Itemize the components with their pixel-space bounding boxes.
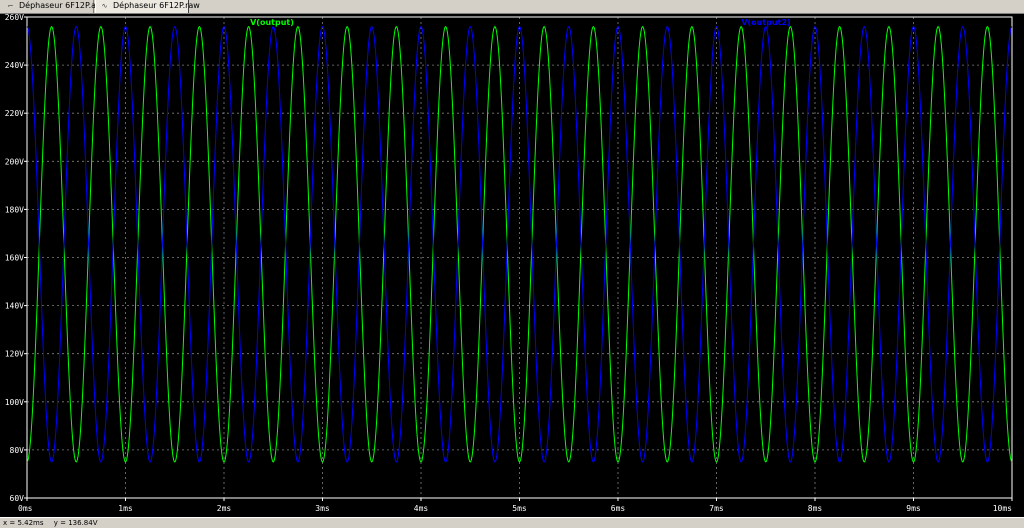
document-tab-bar: ⌐ Déphaseur 6F12P.asc ∿ Déphaseur 6F12P.… (0, 0, 1024, 14)
trace-label-output2[interactable]: V(output2) (741, 18, 790, 27)
x-tick-label: 1ms (118, 504, 133, 513)
y-tick-label: 240V (5, 61, 24, 70)
x-tick-label: 6ms (611, 504, 626, 513)
y-tick-label: 160V (5, 254, 24, 263)
x-tick-label: 3ms (315, 504, 330, 513)
x-tick-label: 9ms (906, 504, 921, 513)
y-tick-label: 220V (5, 109, 24, 118)
tab-label: Déphaseur 6F12P.raw (113, 1, 200, 10)
tab-label: Déphaseur 6F12P.asc (19, 1, 105, 10)
status-bar: x = 5.42ms y = 136.84V (0, 517, 1024, 528)
x-tick-label: 5ms (512, 504, 527, 513)
trace-label-output[interactable]: V(output) (250, 18, 294, 27)
y-tick-label: 120V (5, 350, 24, 359)
waveform-icon: ∿ (101, 2, 108, 10)
x-tick-label: 2ms (217, 504, 232, 513)
schematic-icon: ⌐ (7, 2, 14, 10)
cursor-x-readout: x = 5.42ms (3, 519, 44, 527)
y-tick-label: 140V (5, 302, 24, 311)
y-tick-label: 60V (10, 494, 25, 503)
x-tick-label: 10ms (993, 504, 1012, 513)
x-tick-label: 8ms (808, 504, 823, 513)
y-tick-label: 80V (10, 446, 25, 455)
tab-waveform-raw[interactable]: ∿ Déphaseur 6F12P.raw (95, 0, 200, 13)
y-tick-label: 260V (5, 14, 24, 22)
y-tick-label: 180V (5, 205, 24, 214)
y-tick-label: 200V (5, 157, 24, 166)
x-tick-label: 4ms (414, 504, 429, 513)
x-tick-label: 7ms (709, 504, 724, 513)
waveform-plot[interactable]: 60V 80V 100V 120V 140V 160V 180V 200V 220V 240V 26… (0, 14, 1024, 517)
x-tick-label: 0ms (18, 504, 33, 513)
tab-schematic-asc[interactable]: ⌐ Déphaseur 6F12P.asc (2, 0, 105, 13)
y-tick-label: 100V (5, 398, 24, 407)
cursor-y-readout: y = 136.84V (53, 519, 98, 527)
